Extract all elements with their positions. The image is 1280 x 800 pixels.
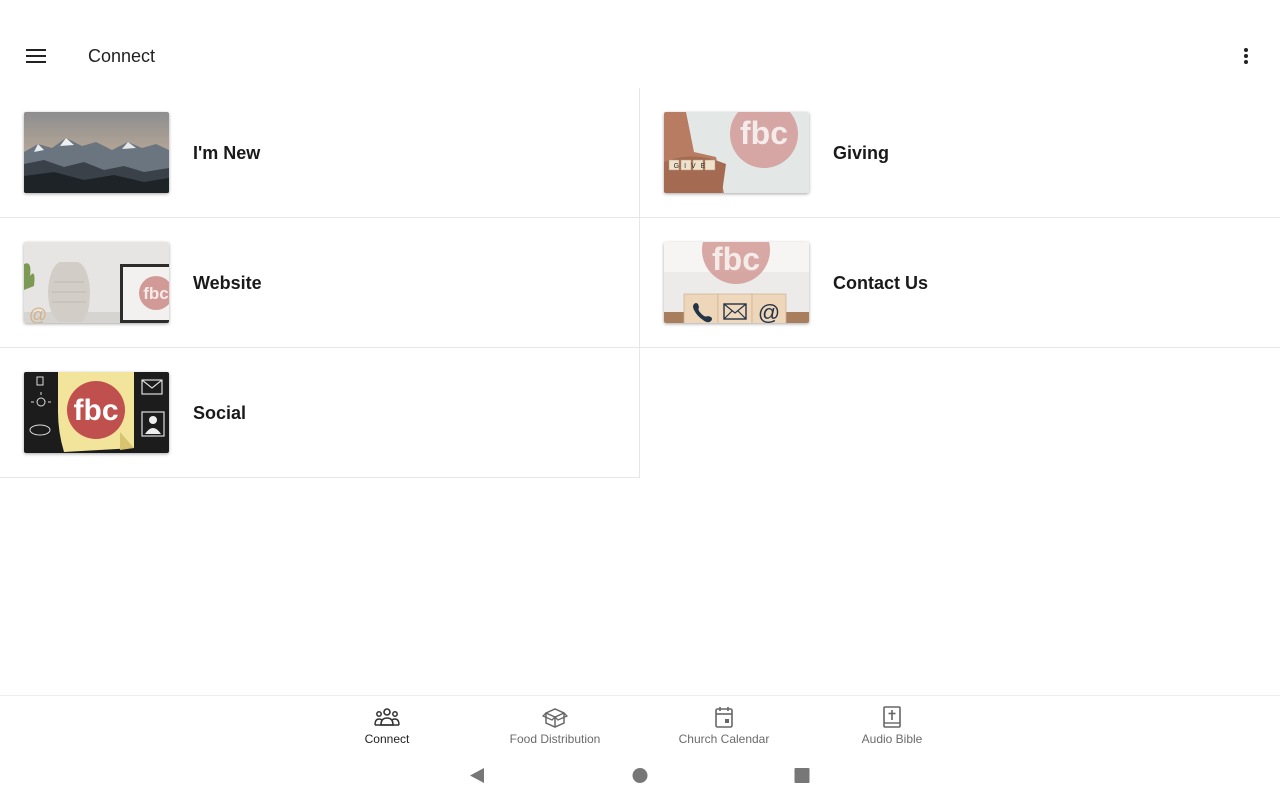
bottom-navigation: Connect Food Distribution Church Calenda… [0, 695, 1280, 753]
im-new-thumbnail [24, 112, 169, 193]
fbc-logo-text: fbc [712, 242, 760, 277]
nav-label: Church Calendar [678, 732, 770, 746]
people-group-icon [374, 708, 400, 726]
nav-item-connect[interactable]: Connect [312, 696, 462, 754]
nav-label: Audio Bible [861, 732, 923, 746]
recents-square-icon[interactable] [794, 767, 810, 784]
back-triangle-icon[interactable] [469, 767, 485, 784]
website-thumbnail: fbc @ [24, 242, 169, 323]
at-symbol-text: @ [758, 300, 780, 323]
fbc-logo-text: fbc [740, 115, 788, 151]
nav-label: Food Distribution [509, 732, 601, 746]
app-bar: Connect [0, 0, 1280, 88]
tile-label: Contact Us [833, 273, 929, 293]
tile-contact-us[interactable]: fbc @ Contact Us [640, 218, 1280, 348]
tile-website[interactable]: fbc @ Website [0, 218, 640, 348]
contact-us-thumbnail: fbc @ [664, 242, 809, 323]
at-symbol-text: @ [29, 305, 47, 323]
calendar-icon [715, 707, 733, 728]
system-navigation-bar [0, 753, 1280, 800]
give-letters-text: GIVE [674, 163, 711, 170]
hamburger-menu-icon [26, 49, 46, 63]
tile-label: Giving [833, 143, 890, 163]
home-circle-icon[interactable] [632, 767, 648, 784]
fbc-logo-text: fbc [74, 394, 119, 427]
tile-im-new[interactable]: I'm New [0, 88, 640, 218]
more-vertical-icon [1244, 48, 1248, 64]
tile-label: Website [193, 273, 262, 293]
menu-button[interactable] [16, 36, 56, 76]
page-title: Connect [88, 46, 156, 66]
tile-giving[interactable]: fbc GIVE Giving [640, 88, 1280, 218]
nav-item-audio-bible[interactable]: Audio Bible [817, 696, 967, 754]
nav-item-church-calendar[interactable]: Church Calendar [649, 696, 799, 754]
bible-icon [883, 706, 901, 728]
giving-thumbnail: fbc GIVE [664, 112, 809, 193]
tile-social[interactable]: fbc Social [0, 348, 640, 478]
nav-label: Connect [364, 732, 410, 746]
fbc-logo-text: fbc [143, 284, 169, 303]
box-icon [542, 708, 568, 728]
social-thumbnail: fbc [24, 372, 169, 453]
tile-label: I'm New [193, 143, 261, 163]
nav-item-food-distribution[interactable]: Food Distribution [480, 696, 630, 754]
more-options-button[interactable] [1226, 36, 1266, 76]
tile-label: Social [193, 403, 247, 423]
